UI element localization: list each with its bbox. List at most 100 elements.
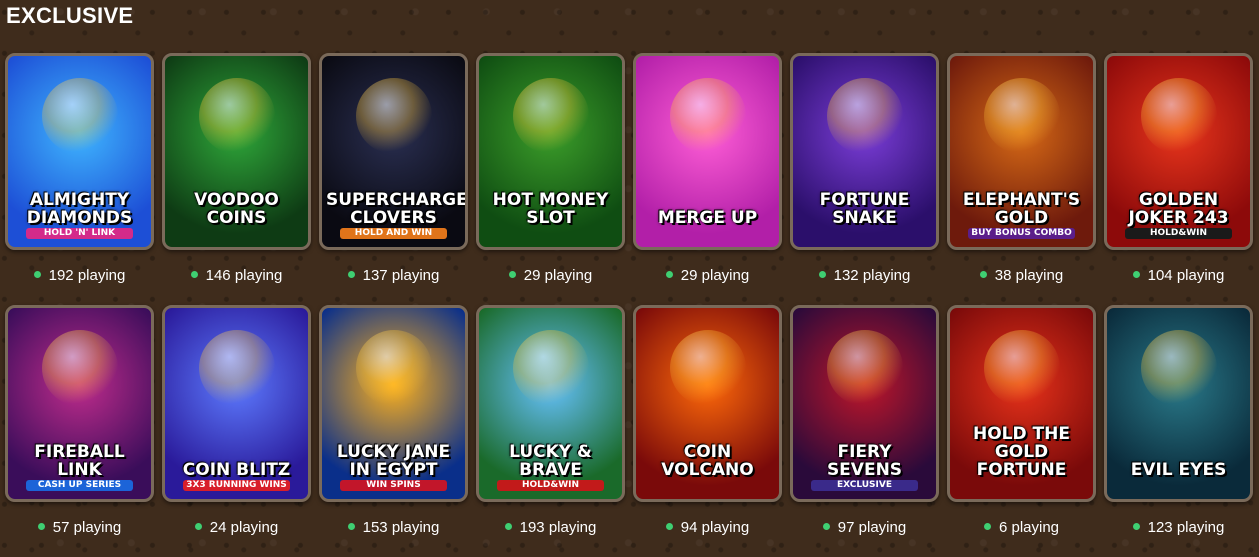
game-title: ELEPHANT'S GOLD <box>962 190 1081 228</box>
seven-icon <box>827 330 903 406</box>
game-thumbnail[interactable]: LUCKY & BRAVE HOLD&WIN <box>476 305 625 502</box>
game-thumbnail[interactable]: GOLDEN JOKER 243 HOLD&WIN <box>1104 53 1253 250</box>
game-title: LUCKY JANE IN EGYPT <box>336 442 451 480</box>
players-count: 57 playing <box>5 519 154 536</box>
game-subtitle: HOLD&WIN <box>1125 228 1232 239</box>
game-tile: LUCKY & BRAVE HOLD&WIN 193 playing <box>476 305 625 557</box>
game-title: VOODOO COINS <box>194 190 279 228</box>
online-dot-icon <box>347 523 355 530</box>
game-title: HOLD THE GOLD FORTUNE <box>973 424 1070 480</box>
online-dot-icon <box>194 523 202 530</box>
game-title: HOT MONEY Slot <box>492 190 609 228</box>
snake-icon <box>827 78 903 154</box>
players-count-label: 97 playing <box>837 519 907 536</box>
heart-icon <box>670 78 746 154</box>
game-tile: FIERY SEVENS EXCLUSIVE 97 playing <box>790 305 939 557</box>
online-dot-icon <box>665 271 673 278</box>
game-thumbnail[interactable]: EVIL EYES <box>1104 305 1253 502</box>
volcano-icon <box>670 330 746 406</box>
game-title: ALMIGHTY DIAMONDS <box>26 190 133 228</box>
game-thumbnail[interactable]: SUPERCHARGED CLOVERS HOLD AND WIN <box>319 53 468 250</box>
players-count-label: 104 playing <box>1147 267 1225 284</box>
players-count-label: 38 playing <box>994 267 1064 284</box>
game-thumbnail[interactable]: LUCKY JANE IN EGYPT WIN SPINS <box>319 305 468 502</box>
players-count: 123 playing <box>1104 519 1253 536</box>
hat-icon <box>356 330 432 406</box>
game-thumbnail[interactable]: COIN VOLCANO <box>633 305 782 502</box>
players-count-label: 137 playing <box>362 267 440 284</box>
game-thumbnail[interactable]: MERGE UP <box>633 53 782 250</box>
game-thumbnail[interactable]: HOLD THE GOLD FORTUNE <box>947 305 1096 502</box>
players-count-label: 94 playing <box>680 519 750 536</box>
game-thumbnail[interactable]: ALMIGHTY DIAMONDS HOLD 'N' LINK <box>5 53 154 250</box>
online-dot-icon <box>508 271 516 278</box>
online-dot-icon <box>33 271 41 278</box>
players-count: 6 playing <box>947 519 1096 536</box>
eye-icon <box>1141 330 1217 406</box>
players-count: 146 playing <box>162 267 311 284</box>
game-tile: COIN BLITZ 3X3 RUNNING WINS 24 playing <box>162 305 311 557</box>
players-count-label: 6 playing <box>998 519 1060 536</box>
game-tile: Fortune SNAKE 132 playing <box>790 53 939 305</box>
players-count: 132 playing <box>790 267 939 284</box>
game-subtitle: 3X3 RUNNING WINS <box>183 480 290 491</box>
section-title: EXCLUSIVE <box>6 3 134 28</box>
online-dot-icon <box>1132 523 1140 530</box>
skull-icon <box>199 78 275 154</box>
online-dot-icon <box>504 523 512 530</box>
online-dot-icon <box>979 271 987 278</box>
players-count-label: 24 playing <box>209 519 279 536</box>
players-count-label: 153 playing <box>362 519 440 536</box>
online-dot-icon <box>983 523 991 530</box>
diamond-icon <box>42 78 118 154</box>
game-subtitle: BUY BONUS COMBO <box>968 228 1075 239</box>
game-thumbnail[interactable]: ELEPHANT'S GOLD BUY BONUS COMBO <box>947 53 1096 250</box>
online-dot-icon <box>347 271 355 278</box>
players-count: 193 playing <box>476 519 625 536</box>
game-subtitle: EXCLUSIVE <box>811 480 918 491</box>
players-count: 97 playing <box>790 519 939 536</box>
viking-icon <box>513 330 589 406</box>
players-count: 29 playing <box>633 267 782 284</box>
players-count-label: 132 playing <box>833 267 911 284</box>
game-thumbnail[interactable]: Fortune SNAKE <box>790 53 939 250</box>
online-dot-icon <box>190 271 198 278</box>
game-grid: ALMIGHTY DIAMONDS HOLD 'N' LINK 192 playin… <box>5 53 1253 557</box>
game-title: LUCKY & BRAVE <box>509 442 592 480</box>
game-thumbnail[interactable]: FIERY SEVENS EXCLUSIVE <box>790 305 939 502</box>
players-count: 153 playing <box>319 519 468 536</box>
game-tile: MERGE UP 29 playing <box>633 53 782 305</box>
players-count-label: 192 playing <box>48 267 126 284</box>
game-tile: COIN VOLCANO 94 playing <box>633 305 782 557</box>
online-dot-icon <box>1132 271 1140 278</box>
players-count-label: 29 playing <box>523 267 593 284</box>
online-dot-icon <box>822 523 830 530</box>
game-tile: ELEPHANT'S GOLD BUY BONUS COMBO 38 playing <box>947 53 1096 305</box>
game-subtitle: HOLD AND WIN <box>340 228 447 239</box>
game-title: SUPERCHARGED CLOVERS <box>326 190 468 228</box>
game-subtitle: CASH UP SERIES <box>26 480 133 491</box>
game-thumbnail[interactable]: FIREBALL LINK CASH UP SERIES <box>5 305 154 502</box>
lightning-icon <box>199 330 275 406</box>
fireball-icon <box>42 330 118 406</box>
game-thumbnail[interactable]: COIN BLITZ 3X3 RUNNING WINS <box>162 305 311 502</box>
game-tile: FIREBALL LINK CASH UP SERIES 57 playing <box>5 305 154 557</box>
players-count-label: 123 playing <box>1147 519 1225 536</box>
game-title: COIN BLITZ <box>182 460 291 480</box>
clover-icon <box>356 78 432 154</box>
game-title: EVIL EYES <box>1130 460 1227 480</box>
game-tile: LUCKY JANE IN EGYPT WIN SPINS 153 playing <box>319 305 468 557</box>
players-count: 29 playing <box>476 267 625 284</box>
seven-icon <box>1141 78 1217 154</box>
game-thumbnail[interactable]: HOT MONEY Slot <box>476 53 625 250</box>
players-count: 94 playing <box>633 519 782 536</box>
game-thumbnail[interactable]: VOODOO COINS <box>162 53 311 250</box>
players-count: 104 playing <box>1104 267 1253 284</box>
coin-icon <box>984 330 1060 406</box>
players-count-label: 193 playing <box>519 519 597 536</box>
game-tile: GOLDEN JOKER 243 HOLD&WIN 104 playing <box>1104 53 1253 305</box>
game-title: GOLDEN JOKER 243 <box>1128 190 1229 228</box>
money-icon <box>513 78 589 154</box>
game-subtitle: HOLD&WIN <box>497 480 604 491</box>
game-title: Fortune SNAKE <box>819 190 910 228</box>
